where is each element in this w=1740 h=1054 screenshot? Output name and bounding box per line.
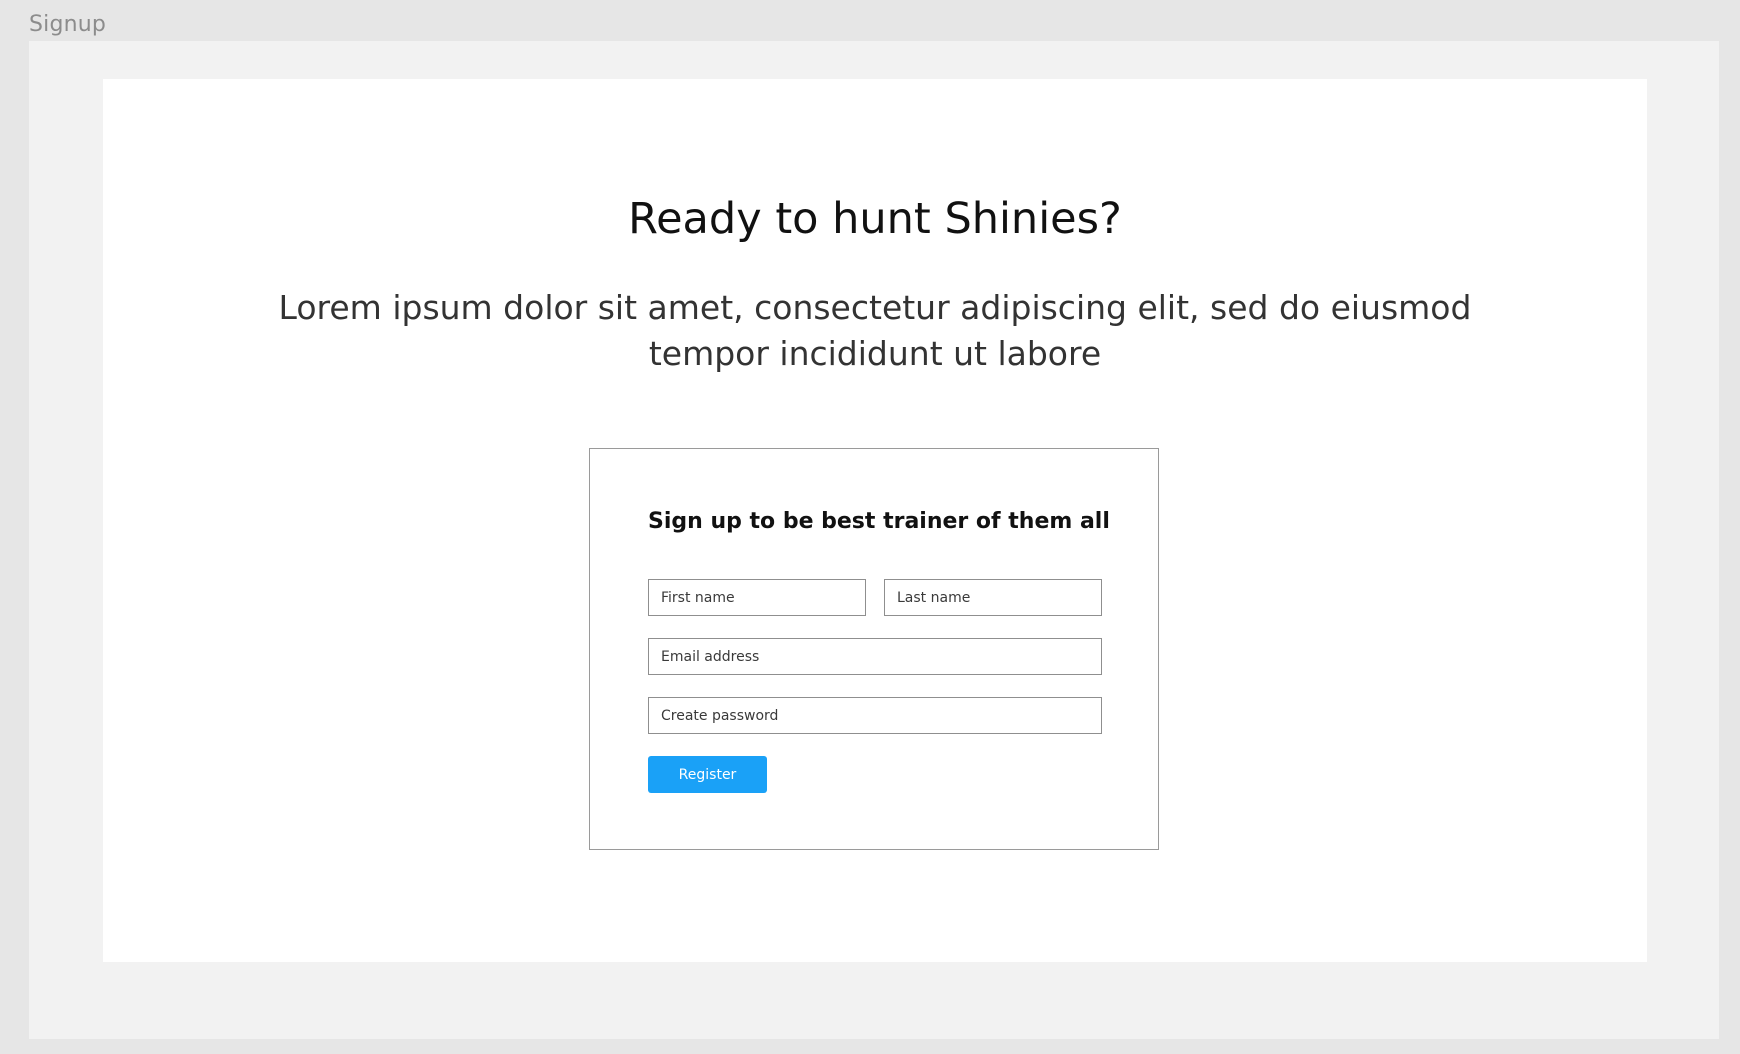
- email-input[interactable]: [648, 638, 1102, 675]
- form-title: Sign up to be best trainer of them all: [648, 509, 1110, 534]
- signup-frame: Ready to hunt Shinies? Lorem ipsum dolor…: [29, 41, 1719, 1039]
- password-input[interactable]: [648, 697, 1102, 734]
- page-description: Lorem ipsum dolor sit amet, consectetur …: [278, 288, 1472, 373]
- frame-label: Signup: [29, 12, 107, 37]
- page-title: Ready to hunt Shinies?: [628, 194, 1122, 244]
- signup-form: Sign up to be best trainer of them all R…: [589, 448, 1159, 850]
- first-name-input[interactable]: [648, 579, 866, 616]
- signup-page: Ready to hunt Shinies? Lorem ipsum dolor…: [103, 79, 1647, 962]
- register-button[interactable]: Register: [648, 756, 767, 793]
- last-name-input[interactable]: [884, 579, 1102, 616]
